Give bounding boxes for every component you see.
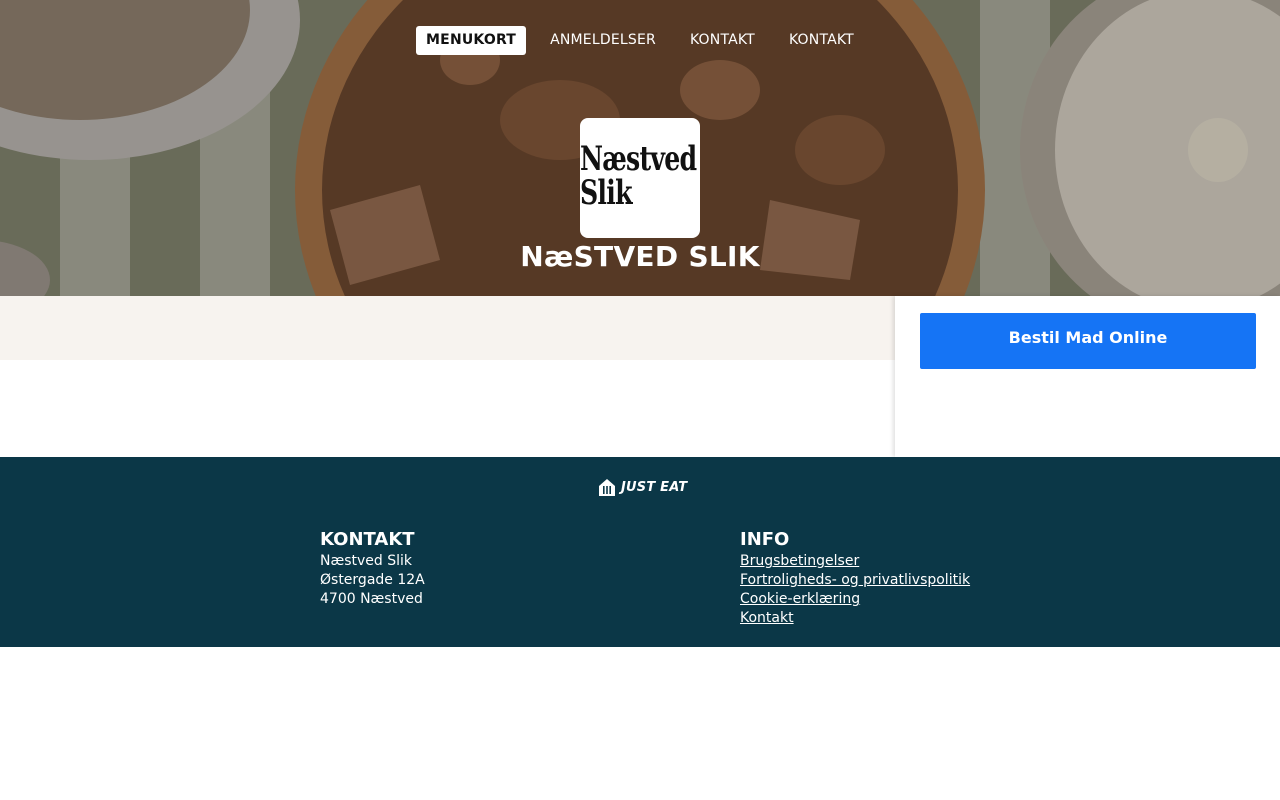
footer-contact: KONTAKT Næstved Slik Østergade 12A 4700 …: [320, 529, 425, 609]
just-eat-wordmark: JUST EAT: [621, 479, 688, 495]
footer: JUST EAT KONTAKT Næstved Slik Østergade …: [0, 457, 1280, 647]
logo-line-2: Slik: [580, 173, 633, 213]
logo-line-1: Næstved: [580, 139, 697, 179]
nav-anmeldelser[interactable]: ANMELDELSER: [540, 26, 666, 55]
footer-info-heading: INFO: [740, 529, 790, 550]
contact-name: Næstved Slik: [320, 553, 413, 569]
just-eat-house-icon: [599, 479, 615, 496]
restaurant-logo-text: Næstved Slik: [580, 139, 697, 213]
footer-contact-heading: KONTAKT: [320, 529, 415, 550]
link-contact[interactable]: Kontakt: [740, 609, 970, 628]
nav-kontakt-2[interactable]: KONTAKT: [779, 26, 864, 55]
restaurant-logo: Næstved Slik: [580, 118, 700, 238]
link-cookies[interactable]: Cookie-erklæring: [740, 590, 970, 609]
nav-kontakt[interactable]: KONTAKT: [680, 26, 765, 55]
restaurant-name: NæSTVED SLIK: [520, 240, 760, 273]
contact-street: Østergade 12A: [320, 572, 425, 588]
contact-city: 4700 Næstved: [320, 591, 423, 607]
hero-banner: MENUKORT ANMELDELSER KONTAKT KONTAKT Næs…: [0, 0, 1280, 296]
nav-menukort[interactable]: MENUKORT: [416, 26, 527, 55]
just-eat-logo: JUST EAT: [597, 477, 687, 497]
top-navigation: MENUKORT ANMELDELSER KONTAKT KONTAKT: [0, 26, 1280, 55]
footer-info: INFO Brugsbetingelser Fortroligheds- og …: [740, 529, 970, 628]
link-terms[interactable]: Brugsbetingelser: [740, 552, 970, 571]
order-sidebar: Bestil Mad Online: [895, 296, 1280, 457]
link-privacy[interactable]: Fortroligheds- og privatlivspolitik: [740, 571, 970, 590]
order-online-button[interactable]: Bestil Mad Online: [920, 313, 1256, 369]
menu-area: [0, 296, 895, 360]
